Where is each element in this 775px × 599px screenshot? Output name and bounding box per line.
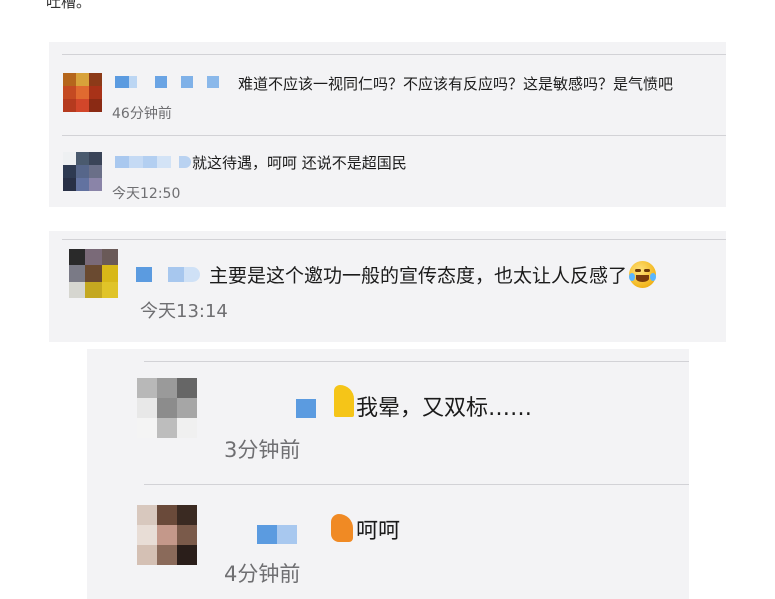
comment-timestamp: 46分钟前 [112, 106, 172, 122]
username-mosaic[interactable] [115, 75, 219, 89]
avatar[interactable] [63, 73, 102, 112]
comment-item: 呵呵 4分钟前 [87, 485, 689, 599]
comment-panel-c: 我晕，又双标…… 3分钟前 呵呵 4分钟前 [87, 349, 689, 599]
comment-text: 我晕，又双标…… [356, 390, 532, 422]
comment-panel-b: 主要是这个邀功一般的宣传态度，也太让人反感了 今天13:14 [49, 231, 726, 342]
comment-panel-a: 难道不应该一视同仁吗？不应该有反应吗？这是敏感吗？是气愤吧 46分钟前 就这待遇… [49, 42, 726, 207]
comment-timestamp: 3分钟前 [224, 438, 301, 462]
article-text-fragment: 吐槽。 [46, 0, 92, 11]
username-mosaic[interactable] [296, 382, 354, 420]
comment-text: 就这待遇，呵呵 还说不是超国民 [192, 154, 407, 172]
username-mosaic[interactable] [136, 266, 200, 282]
laughing-crying-emoji-icon [629, 261, 657, 288]
comment-timestamp: 今天13:14 [140, 301, 228, 322]
username-mosaic[interactable] [115, 155, 191, 169]
comment-text-content: 主要是这个邀功一般的宣传态度，也太让人反感了 [209, 265, 628, 287]
username-mosaic[interactable] [257, 509, 353, 547]
comment-text-content: 呵呵 [356, 519, 401, 544]
avatar[interactable] [137, 505, 197, 565]
comment-item: 我晕，又双标…… 3分钟前 [87, 362, 689, 484]
comment-item: 主要是这个邀功一般的宣传态度，也太让人反感了 今天13:14 [49, 240, 726, 342]
comment-item: 难道不应该一视同仁吗？不应该有反应吗？这是敏感吗？是气愤吧 46分钟前 [49, 55, 726, 135]
comment-text: 呵呵 [356, 513, 400, 545]
comment-text: 难道不应该一视同仁吗？不应该有反应吗？这是敏感吗？是气愤吧 [238, 75, 674, 93]
comment-timestamp: 今天12:50 [112, 186, 181, 202]
avatar[interactable] [137, 378, 197, 438]
comment-item: 就这待遇，呵呵 还说不是超国民 今天12:50 [49, 136, 726, 207]
comment-text: 主要是这个邀功一般的宣传态度，也太让人反感了 [209, 261, 657, 288]
avatar[interactable] [63, 152, 102, 191]
avatar[interactable] [69, 249, 118, 298]
comment-text-content: 我晕，又双标…… [356, 396, 533, 421]
comment-timestamp: 4分钟前 [224, 562, 301, 586]
